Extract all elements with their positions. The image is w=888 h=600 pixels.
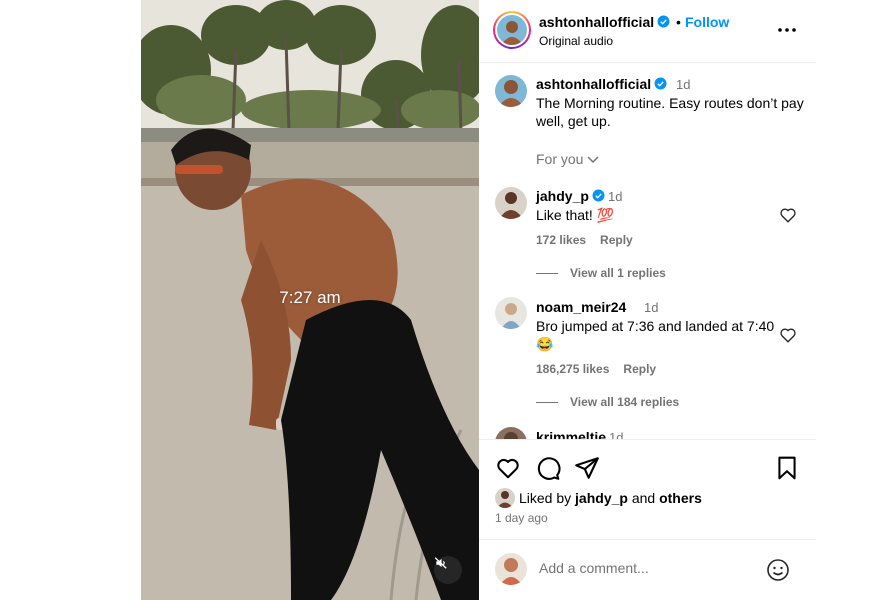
comment-likes[interactable]: 172 likes — [536, 233, 586, 247]
like-comment-button[interactable] — [779, 326, 797, 344]
more-options-icon — [778, 28, 796, 32]
verified-badge-icon — [592, 189, 605, 202]
comment-likes[interactable]: 186,275 likes — [536, 362, 609, 376]
reply-button[interactable]: Reply — [600, 233, 633, 247]
comment-avatar[interactable] — [495, 297, 527, 329]
comment-avatar[interactable] — [495, 427, 527, 439]
post-date[interactable]: 1 day ago — [495, 511, 548, 525]
view-replies-label: View all 184 replies — [570, 395, 680, 409]
mute-button[interactable] — [434, 556, 462, 584]
save-button[interactable] — [774, 455, 800, 481]
view-replies-button[interactable]: View all 184 replies — [536, 395, 679, 409]
volume-muted-icon — [434, 557, 447, 569]
reel-video[interactable]: 7:27 am — [141, 0, 479, 600]
for-you-dropdown[interactable]: For you — [536, 151, 599, 167]
paper-plane-icon — [575, 457, 599, 479]
view-replies-button[interactable]: View all 1 replies — [536, 266, 666, 280]
share-button[interactable] — [574, 455, 600, 481]
avatar — [497, 15, 527, 45]
view-replies-label: View all 1 replies — [570, 266, 666, 280]
comment-username[interactable]: jahdy_p — [536, 188, 605, 204]
comment-input[interactable] — [539, 560, 759, 576]
header-separator: • — [676, 14, 681, 30]
caption-time: 1d — [676, 77, 691, 92]
liked-by-others[interactable]: others — [659, 490, 702, 506]
liked-by-text: Liked by jahdy_p and others — [519, 490, 702, 506]
verified-badge-icon — [654, 77, 667, 90]
caption-avatar[interactable] — [495, 75, 527, 107]
post-modal: 7:27 am ashtonhallofficial • Follow Orig… — [141, 0, 816, 600]
smiley-icon — [767, 559, 789, 581]
caption-text: The Morning routine. Easy routes don’t p… — [536, 95, 804, 129]
video-overlay-time: 7:27 am — [279, 288, 341, 307]
for-you-label: For you — [536, 151, 584, 167]
comment-meta: 186,275 likes Reply — [536, 362, 670, 376]
emoji-button[interactable] — [766, 558, 790, 582]
comment-avatar[interactable] — [495, 187, 527, 219]
post-side-panel: ashtonhallofficial • Follow Original aud… — [479, 0, 816, 600]
comment-meta: 172 likes Reply — [536, 233, 647, 247]
comment-button[interactable] — [535, 455, 561, 481]
chevron-down-icon — [587, 156, 599, 164]
caption-username[interactable]: ashtonhallofficial — [536, 76, 667, 92]
add-comment-bar — [479, 539, 816, 600]
more-options-button[interactable] — [775, 20, 799, 40]
comment-time: 1d — [644, 300, 659, 315]
reply-button[interactable]: Reply — [623, 362, 656, 376]
post-actions: Liked by jahdy_p and others 1 day ago — [479, 439, 816, 539]
comment-time: 1d — [609, 430, 624, 439]
author-username[interactable]: ashtonhallofficial — [539, 14, 670, 30]
comment-text: Like that! 💯 — [536, 207, 615, 223]
comment-username[interactable]: krimmeltie — [536, 429, 606, 439]
page: 7:27 am ashtonhallofficial • Follow Orig… — [0, 0, 888, 600]
heart-outline-icon — [780, 208, 796, 223]
comment-text: Bro jumped at 7:36 and landed at 7:40😂 — [536, 318, 775, 352]
story-ring[interactable] — [493, 11, 531, 49]
verified-badge-icon — [657, 15, 670, 28]
current-user-avatar — [495, 553, 527, 585]
comment-time: 1d — [608, 189, 623, 204]
post-header: ashtonhallofficial • Follow Original aud… — [479, 0, 816, 63]
heart-outline-icon — [497, 458, 519, 479]
like-button[interactable] — [495, 455, 521, 481]
heart-outline-icon — [780, 328, 796, 343]
liked-by-user[interactable]: jahdy_p — [575, 490, 628, 506]
bookmark-icon — [778, 456, 796, 480]
comment-username[interactable]: noam_meir24 — [536, 299, 626, 315]
like-comment-button[interactable] — [779, 206, 797, 224]
comments-list[interactable]: ashtonhallofficial 1d The Morning routin… — [479, 63, 816, 439]
comment-bubble-icon — [537, 457, 561, 480]
follow-button[interactable]: Follow — [685, 14, 729, 30]
liked-by-avatar[interactable] — [495, 488, 515, 508]
audio-link[interactable]: Original audio — [539, 34, 613, 48]
